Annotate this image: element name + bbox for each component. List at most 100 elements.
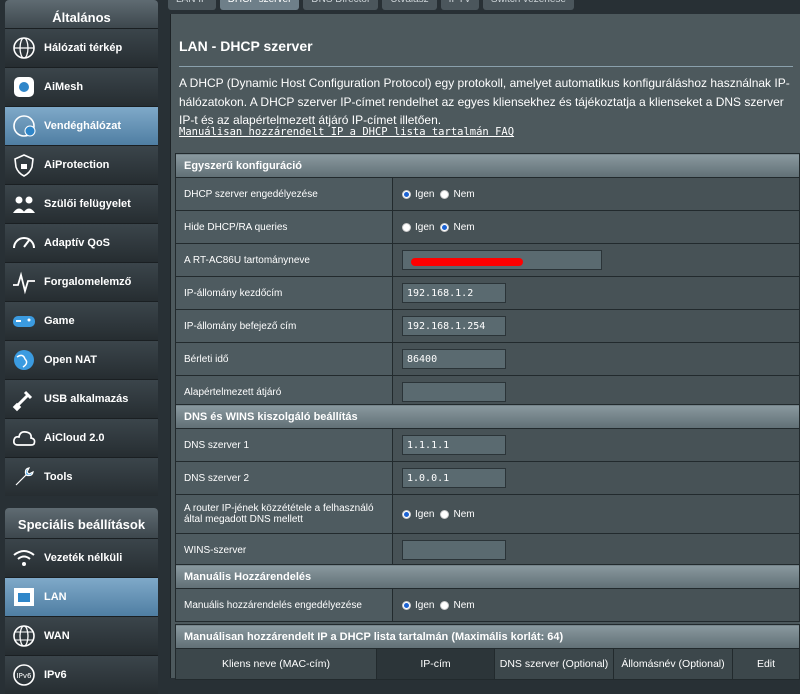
manual-assignment-table: Manuális Hozzárendelés Manuális hozzáren… [175,564,800,622]
advertise-router-ip-label: A router IP-jének közzététele a felhaszn… [175,494,393,534]
sidebar-item-label: Vendéghálózat [44,120,122,132]
sidebar-item-label: Forgalomelemző [44,276,132,288]
sidebar-item-cloud[interactable]: AiCloud 2.0 [5,418,158,457]
top-tabs: LAN IPDHCP szerverDNS DirectorÚtválaszIP… [168,0,578,10]
sidebar-item-lan[interactable]: LAN [5,577,158,616]
sidebar-item-label: AiProtection [44,159,110,171]
advertise-router-ip-no[interactable]: Nem [440,508,475,520]
sidebar-item-wan-globe[interactable]: WAN [5,616,158,655]
radio-unselected[interactable] [440,600,450,610]
wins-server-input[interactable] [402,540,506,560]
sidebar: Általános Hálózati térkép AiMesh Vendéghál… [5,0,158,694]
radio-label: Nem [453,188,475,200]
sidebar-item-label: Adaptív QoS [44,237,111,249]
sidebar-item-label: AiCloud 2.0 [44,432,105,444]
wrench-icon [10,463,38,491]
radio-selected[interactable] [440,222,450,232]
sidebar-general-list: Hálózati térkép AiMesh Vendéghálózat AiProt… [5,28,158,496]
sidebar-item-label: AiMesh [44,81,84,93]
sidebar-item-shield-lock[interactable]: AiProtection [5,145,158,184]
tab-1[interactable]: DHCP szerver [219,0,300,10]
manual-assignment-radio-group: Igen Nem [402,600,798,611]
radio-unselected[interactable] [402,222,411,232]
radio-selected[interactable] [402,189,411,199]
sidebar-item-guest-network[interactable]: Vendéghálózat [5,106,158,145]
globe-icon [10,346,38,374]
hide-dhcp-ra-yes[interactable]: Igen [402,222,434,233]
sidebar-item-label: Open NAT [44,354,97,366]
enable-dhcp-yes[interactable]: Igen [402,189,434,200]
radio-label: Nem [453,508,475,520]
gamepad-icon [10,307,38,335]
domain-name-input[interactable] [402,250,602,270]
start-ip-input[interactable]: 192.168.1.2 [402,283,506,303]
sidebar-item-wifi[interactable]: Vezeték nélküli [5,538,158,577]
sidebar-advanced-header: Speciális beállítások [5,508,158,538]
radio-label: Igen [415,221,435,233]
lease-time-input[interactable]: 86400 [402,349,506,369]
dns1-input[interactable]: 1.1.1.1 [402,435,506,455]
enable-dhcp-no[interactable]: Nem [440,188,475,200]
sidebar-item-label: WAN [44,630,70,642]
sidebar-item-ipv6[interactable]: IPv6 IPv6 [5,655,158,694]
radio-label: Igen [415,188,435,200]
sidebar-item-wrench[interactable]: Tools [5,457,158,496]
domain-name-label: A RT-AC86U tartományneve [175,243,393,277]
radio-label: Igen [415,599,435,611]
tab-4[interactable]: IPTV [440,0,479,10]
main-panel: LAN - DHCP szerver A DHCP (Dynamic Host … [170,14,800,680]
sidebar-item-usb[interactable]: USB alkalmazás [5,379,158,418]
radio-unselected[interactable] [440,189,450,199]
redaction-mark [411,258,523,266]
radio-selected[interactable] [402,509,411,519]
sidebar-item-aimesh[interactable]: AiMesh [5,67,158,106]
end-ip-input[interactable]: 192.168.1.254 [402,316,506,336]
radio-label: Igen [415,508,435,520]
sidebar-item-parental-control[interactable]: Szülői felügyelet [5,184,158,223]
tab-2[interactable]: DNS Director [303,0,379,10]
dns2-input[interactable]: 1.0.0.1 [402,468,506,488]
radio-label: Nem [453,599,475,611]
hide-dhcp-ra-no[interactable]: Nem [440,222,475,233]
default-gateway-input[interactable] [402,382,506,402]
col-dns-server: DNS szerver (Optional) [494,648,614,680]
sidebar-advanced-list: Vezeték nélküli LAN WAN IPv6 IPv6 [5,538,158,694]
tab-5[interactable]: Switch vezérlése [482,0,574,10]
sidebar-item-label: Szülői felügyelet [44,198,131,210]
tab-3[interactable]: Útválasz [382,0,437,10]
manual-assignment-no[interactable]: Nem [440,599,475,611]
radio-selected[interactable] [402,600,411,610]
wins-server-label: WINS-szerver [175,533,393,567]
shield-lock-icon [10,151,38,179]
sidebar-item-globe[interactable]: Open NAT [5,340,158,379]
basic-config-table: Egyszerű konfiguráció DHCP szerver enged… [175,153,800,409]
enable-dhcp-radio-group: Igen Nem [402,189,798,200]
start-ip-label: IP-állomány kezdőcím [175,276,393,310]
page-description: A DHCP (Dynamic Host Configuration Proto… [179,76,790,127]
sidebar-item-label: Game [44,315,75,327]
usb-icon [10,385,38,413]
manual-assignment-yes[interactable]: Igen [402,600,434,611]
sidebar-item-network-map[interactable]: Hálózati térkép [5,28,158,67]
col-ip-address[interactable]: IP-cím [376,648,495,680]
radio-unselected[interactable] [440,509,450,519]
cloud-icon [10,424,38,452]
manual-ip-list-header: Manuálisan hozzárendelt IP a DHCP lista … [175,624,800,649]
page-title: LAN - DHCP szerver [179,38,313,54]
network-map-icon [10,34,38,62]
sidebar-item-label: Vezeték nélküli [44,552,123,564]
advertise-router-ip-radio-group: Igen Nem [402,509,798,520]
ipv6-icon: IPv6 [10,661,38,689]
sidebar-item-traffic-analyzer[interactable]: Forgalomelemző [5,262,158,301]
advertise-router-ip-yes[interactable]: Igen [402,509,434,520]
lan-icon [10,583,38,611]
traffic-analyzer-icon [10,268,38,296]
sidebar-general-header: Általános [5,0,158,28]
title-divider [179,66,793,67]
tab-0[interactable]: LAN IP [168,0,216,10]
aimesh-icon [10,73,38,101]
faq-link[interactable]: Manuálisan hozzárendelt IP a DHCP lista … [179,126,514,138]
sidebar-item-speedometer[interactable]: Adaptív QoS [5,223,158,262]
basic-config-header: Egyszerű konfiguráció [175,153,800,178]
sidebar-item-gamepad[interactable]: Game [5,301,158,340]
